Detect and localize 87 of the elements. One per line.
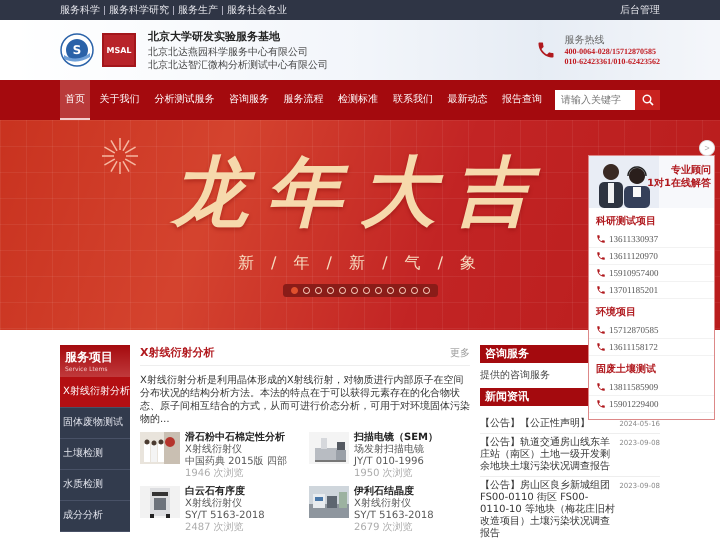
- article-summary: X射线衍射分析是利用晶体形成的X射线衍射，对物质进行内部原子在空间分布状况的结构分析方法。本法的特点在于可以获得元素存在的化合物状态、原子间相互结合的方式，从而可进行价态分析，可用于对环境固体污染物的...: [140, 374, 470, 426]
- phone-number: 13611330937: [609, 233, 658, 245]
- instrument-name: X射线衍射仪: [185, 444, 243, 456]
- case-title[interactable]: 滑石粉中石棉定性分析: [185, 432, 287, 444]
- nav-item[interactable]: 服务流程: [278, 80, 328, 120]
- sidebar-item[interactable]: 固体废物测试: [60, 408, 130, 439]
- phone-number: 15910957400: [609, 267, 658, 279]
- phone-icon: [596, 399, 606, 409]
- hotline-label: 服务热线: [564, 34, 606, 47]
- banner-subtitle: 新 / 年 / 新 / 气 / 象: [238, 253, 482, 274]
- phone-icon: [596, 325, 606, 335]
- phone-icon: [596, 285, 606, 295]
- view-count: 2679 次浏览: [354, 522, 414, 534]
- search-field[interactable]: 请输入关键字: [555, 90, 635, 110]
- case-title[interactable]: 白云石有序度: [185, 486, 265, 498]
- top-link[interactable]: 服务科学: [60, 3, 100, 17]
- phone-icon: [596, 268, 606, 278]
- banner-headline: 龙年大吉: [172, 142, 548, 245]
- slide-dot[interactable]: [410, 287, 418, 294]
- news-link[interactable]: 【公告】【公正性声明】: [480, 418, 616, 430]
- view-count: 1946 次浏览: [185, 468, 245, 480]
- group-title: 环境项目: [594, 305, 637, 320]
- sidebar-item[interactable]: X射线衍射分析: [60, 377, 130, 408]
- slide-dot[interactable]: [362, 287, 370, 294]
- hotline-number: 400-0064-028/15712870585: [564, 47, 657, 57]
- slide-dot[interactable]: [326, 287, 334, 294]
- standard-code: JY/T 010-1996: [354, 456, 425, 468]
- search-button[interactable]: [635, 90, 660, 110]
- view-count: 2487 次浏览: [185, 522, 245, 534]
- admin-link[interactable]: 后台管理: [620, 3, 660, 17]
- top-link[interactable]: 服务社会各业: [227, 3, 287, 17]
- news-link[interactable]: 【公告】房山区良乡新城组团 FS00-0110 街区 FS00-0110-10 等地块（梅花庄旧村改造项目）土壤污染状况调查报告: [480, 480, 616, 540]
- company-name: 北京北达燕园科学服务中心有限公司: [148, 46, 309, 58]
- standard-code: SY/T 5163-2018: [185, 510, 265, 522]
- article-title: X射线衍射分析: [140, 345, 214, 360]
- search-icon: [642, 94, 654, 106]
- news-link[interactable]: 【公告】轨道交通房山线东羊庄站（南区）土地一级开发剩余地块土壤污染状况调查报告: [480, 437, 616, 473]
- emblem-logo: S: [60, 33, 94, 67]
- phone-number: 13701185201: [609, 284, 658, 296]
- slide-dot[interactable]: [338, 287, 346, 294]
- nav-item[interactable]: 咨询服务: [224, 80, 274, 120]
- slide-dot[interactable]: [314, 287, 322, 294]
- nav-item[interactable]: 报告查询: [497, 80, 547, 120]
- top-link[interactable]: 服务科学研究: [109, 3, 169, 17]
- firework-icon: [100, 136, 140, 176]
- nav-item[interactable]: 检测标准: [333, 80, 384, 120]
- case-title[interactable]: 扫描电镜（SEM）: [354, 432, 438, 444]
- group-title: 科研测试项目: [594, 214, 657, 229]
- group-title: 固废土壤测试: [595, 362, 657, 377]
- sidebar-title: 服务项目: [65, 349, 114, 366]
- nav-item[interactable]: 关于我们: [94, 80, 145, 120]
- sidebar-item[interactable]: 土壤检测: [60, 439, 130, 470]
- instrument-name: X射线衍射仪: [354, 498, 412, 510]
- sidebar-item[interactable]: 成分分析: [60, 501, 130, 532]
- instrument-name: X射线衍射仪: [185, 498, 243, 510]
- slide-dot[interactable]: [386, 287, 394, 294]
- nav-item[interactable]: 联系我们: [388, 80, 438, 120]
- slide-dot[interactable]: [422, 287, 430, 294]
- msal-logo: MSAL: [102, 33, 136, 67]
- slide-dot[interactable]: [290, 287, 298, 294]
- case-title[interactable]: 伊利石结晶度: [354, 486, 434, 498]
- slide-dot[interactable]: [398, 287, 406, 294]
- standard-code: 中国药典 2015版 四部: [185, 456, 287, 468]
- phone-number: 13611120970: [609, 250, 658, 262]
- phone-icon: [536, 40, 556, 60]
- nav-item[interactable]: 首页: [60, 80, 90, 120]
- standard-code: SY/T 5163-2018: [354, 510, 434, 522]
- nav-item[interactable]: 分析测试服务: [149, 80, 220, 120]
- company-name: 北京北达智汇微构分析测试中心有限公司: [148, 60, 328, 72]
- phone-icon: [596, 382, 606, 392]
- instrument-name: 场发射扫描电镜: [354, 444, 425, 456]
- view-count: 1950 次浏览: [354, 468, 414, 480]
- sidebar-item[interactable]: 水质检测: [60, 470, 130, 501]
- site-title: 北京大学研发实验服务基地: [148, 28, 281, 44]
- phone-icon: [596, 234, 606, 244]
- phone-number: 15712870585: [609, 324, 658, 336]
- phone-icon: [596, 251, 606, 261]
- consult-text: 提供的咨询服务: [480, 369, 550, 382]
- panel-headline: 专业顾问: [671, 164, 711, 177]
- slide-dot[interactable]: [350, 287, 358, 294]
- top-link[interactable]: 服务生产: [178, 3, 218, 17]
- hotline-number: 010-62423361/010-62423562: [564, 57, 660, 67]
- phone-icon: [596, 342, 606, 352]
- slide-dot[interactable]: [374, 287, 382, 294]
- nav-item[interactable]: 最新动态: [442, 80, 492, 120]
- panel-headline: 1对1在线解答: [647, 177, 711, 190]
- slide-dot[interactable]: [302, 287, 310, 294]
